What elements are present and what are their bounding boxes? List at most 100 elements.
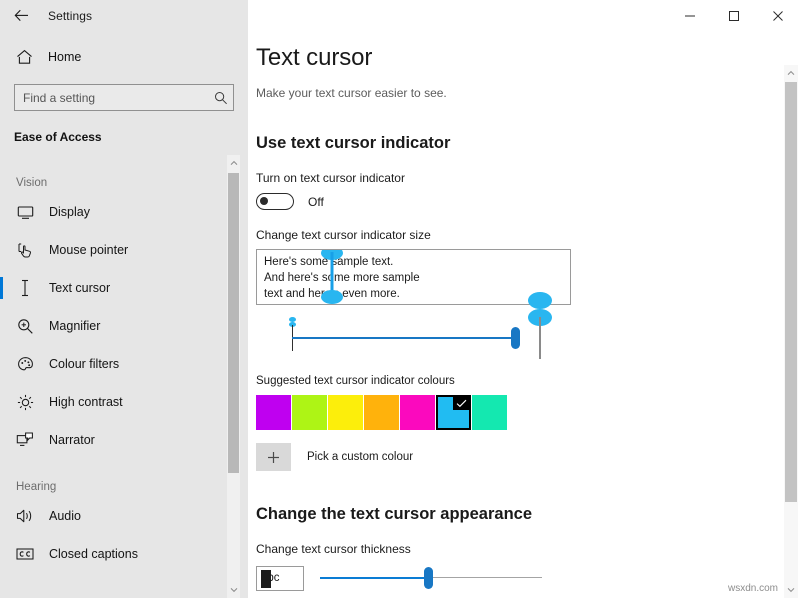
colour-filters-icon (14, 353, 36, 375)
colour-swatch-chartreuse[interactable] (292, 395, 327, 430)
sidebar-item-label: Closed captions (49, 547, 138, 561)
sidebar: Home Ease of Access Vision (0, 0, 248, 598)
pick-custom-colour-button[interactable] (256, 443, 291, 471)
thickness-caption: Change text cursor thickness (256, 542, 800, 556)
indicator-size-slider-row (256, 314, 571, 362)
preview-line: And here's some more sample (264, 270, 570, 286)
plus-icon (267, 451, 280, 464)
colour-swatch-orange[interactable] (364, 395, 399, 430)
sidebar-item-closed-captions[interactable]: Closed captions (0, 535, 232, 573)
sidebar-group-hearing-label: Hearing (16, 481, 232, 493)
suggested-colours-caption: Suggested text cursor indicator colours (256, 375, 800, 387)
scroll-up-button[interactable] (227, 155, 240, 171)
sidebar-item-home[interactable]: Home (0, 40, 248, 74)
thickness-preview-box: abc (256, 566, 304, 591)
colour-swatch-yellow[interactable] (328, 395, 363, 430)
sidebar-item-narrator[interactable]: Narrator (0, 421, 232, 459)
high-contrast-icon (14, 391, 36, 413)
selected-check-badge (453, 397, 469, 410)
colour-swatch-pink[interactable] (400, 395, 435, 430)
mouse-pointer-icon (14, 239, 36, 261)
thickness-slider[interactable] (320, 564, 542, 592)
sidebar-item-text-cursor[interactable]: Text cursor (0, 269, 232, 307)
section-heading-indicator: Use text cursor indicator (256, 134, 800, 153)
watermark: wsxdn.com (728, 583, 778, 594)
colour-swatch-turquoise[interactable] (472, 395, 507, 430)
toggle-caption: Turn on text cursor indicator (256, 171, 800, 185)
home-icon (14, 47, 34, 67)
maximize-icon (728, 10, 740, 22)
back-button[interactable] (0, 0, 42, 31)
sidebar-item-label: Colour filters (49, 357, 119, 371)
sidebar-item-label: Mouse pointer (49, 243, 128, 257)
thickness-slider-fill (320, 577, 430, 579)
thickness-caret (261, 570, 271, 588)
chevron-up-icon (787, 70, 795, 76)
sidebar-item-label: Narrator (49, 433, 95, 447)
main-scroll-thumb[interactable] (785, 82, 797, 502)
check-icon (456, 399, 467, 408)
sidebar-nav-list: Vision Display Mouse pointer (0, 155, 232, 598)
magnifier-icon (14, 315, 36, 337)
thickness-slider-thumb[interactable] (424, 567, 433, 589)
scroll-up-button[interactable] (784, 65, 798, 81)
home-label: Home (48, 50, 81, 64)
window-title: Settings (48, 9, 92, 23)
maximize-button[interactable] (712, 0, 756, 31)
suggested-colours-row (256, 395, 800, 430)
custom-colour-row: Pick a custom colour (256, 443, 800, 471)
chevron-down-icon (230, 587, 238, 593)
main-scrollbar[interactable] (784, 65, 798, 598)
text-cursor-indicator-toggle[interactable] (256, 193, 294, 210)
search-input[interactable] (15, 85, 209, 110)
thickness-row: abc (256, 564, 800, 592)
sidebar-item-display[interactable]: Display (0, 193, 232, 231)
sidebar-item-label: Display (49, 205, 90, 219)
sidebar-category-title: Ease of Access (14, 130, 248, 144)
colour-swatch-light-blue[interactable] (436, 395, 471, 430)
indicator-size-slider-thumb[interactable] (511, 327, 520, 349)
thickness-slider-track[interactable] (430, 577, 542, 578)
indicator-size-caption: Change text cursor indicator size (256, 228, 800, 242)
main-content: Text cursor Make your text cursor easier… (248, 0, 800, 598)
scroll-down-button[interactable] (227, 582, 240, 598)
chevron-up-icon (230, 160, 238, 166)
monitor-icon (14, 201, 36, 223)
sidebar-item-audio[interactable]: Audio (0, 497, 232, 535)
closed-captions-icon (14, 543, 36, 565)
search-icon[interactable] (209, 85, 233, 110)
section-heading-appearance: Change the text cursor appearance (256, 505, 800, 524)
indicator-size-slider-track[interactable] (292, 337, 519, 339)
search-box[interactable] (14, 84, 234, 111)
toggle-knob (260, 197, 268, 205)
preview-line: text and here's even more. (264, 286, 570, 302)
page-subtitle: Make your text cursor easier to see. (256, 86, 800, 100)
sidebar-scroll-thumb[interactable] (228, 173, 239, 473)
chevron-down-icon (787, 587, 795, 593)
audio-icon (14, 505, 36, 527)
sidebar-item-label: Text cursor (49, 281, 110, 295)
text-cursor-icon (14, 277, 36, 299)
minimize-button[interactable] (668, 0, 712, 31)
sidebar-item-label: High contrast (49, 395, 123, 409)
title-bar: Settings (0, 0, 800, 31)
sidebar-item-magnifier[interactable]: Magnifier (0, 307, 232, 345)
toggle-state-label: Off (308, 195, 324, 209)
sidebar-item-mouse-pointer[interactable]: Mouse pointer (0, 231, 232, 269)
sidebar-item-high-contrast[interactable]: High contrast (0, 383, 232, 421)
pick-custom-colour-label: Pick a custom colour (307, 451, 413, 463)
sidebar-group-vision-label: Vision (16, 177, 232, 189)
indicator-preview-box: Here's some sample text. And here's some… (256, 249, 571, 305)
sidebar-item-colour-filters[interactable]: Colour filters (0, 345, 232, 383)
close-icon (772, 10, 784, 22)
window-controls (248, 0, 800, 31)
scroll-down-button[interactable] (784, 582, 798, 598)
colour-swatch-magenta[interactable] (256, 395, 291, 430)
page-title: Text cursor (256, 44, 800, 72)
close-button[interactable] (756, 0, 800, 31)
minimize-icon (684, 10, 696, 22)
preview-line: Here's some sample text. (264, 254, 570, 270)
settings-page: Text cursor Make your text cursor easier… (248, 44, 800, 592)
sidebar-scrollbar[interactable] (227, 155, 240, 598)
toggle-row: Off (256, 193, 800, 210)
